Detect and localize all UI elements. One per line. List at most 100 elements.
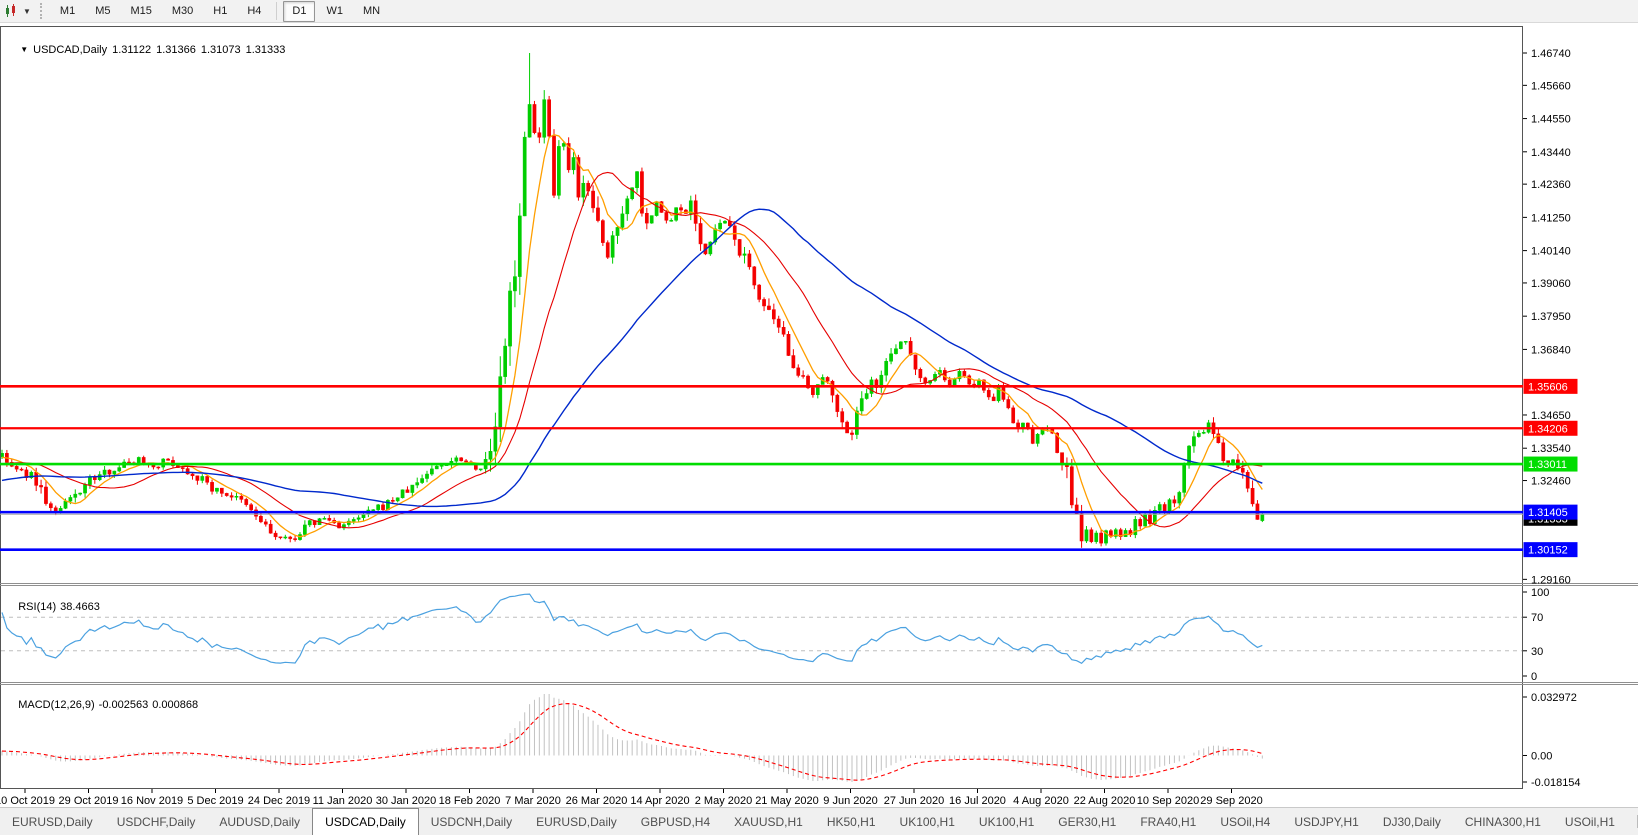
- timeframe-button-MN[interactable]: MN: [354, 1, 389, 22]
- chart-window: 1.46740 1.45660 1.44550 1.43440 1.42360 1.412…: [0, 23, 1638, 807]
- macd-signal-value: 0.000868: [152, 699, 198, 711]
- horizontal-line-objects: [0, 386, 1523, 549]
- svg-text:16 Nov 2019: 16 Nov 2019: [121, 795, 183, 807]
- svg-text:10 Oct 2019: 10 Oct 2019: [0, 795, 55, 807]
- macd-main-value: -0.002563: [99, 699, 149, 711]
- timeframe-button-H1[interactable]: H1: [204, 1, 236, 22]
- svg-text:1.30152: 1.30152: [1528, 545, 1568, 557]
- svg-text:18 Feb 2020: 18 Feb 2020: [439, 795, 501, 807]
- svg-text:7 Mar 2020: 7 Mar 2020: [505, 795, 561, 807]
- svg-text:1.33011: 1.33011: [1528, 459, 1567, 471]
- timeframe-button-M1[interactable]: M1: [51, 1, 84, 22]
- svg-text:4 Aug 2020: 4 Aug 2020: [1013, 795, 1069, 807]
- symbol-tab-USDCHF-Daily[interactable]: USDCHF,Daily: [105, 808, 208, 835]
- rsi-panel: [1, 594, 1523, 663]
- chart-canvas[interactable]: 1.46740 1.45660 1.44550 1.43440 1.42360 1.412…: [0, 23, 1638, 807]
- macd-axis: 0.0329720.00-0.018154: [1523, 692, 1581, 789]
- svg-text:16 Jul 2020: 16 Jul 2020: [949, 795, 1006, 807]
- svg-text:14 Apr 2020: 14 Apr 2020: [630, 795, 689, 807]
- svg-text:30 Jan 2020: 30 Jan 2020: [376, 795, 437, 807]
- macd-name: MACD(12,26,9): [18, 699, 94, 711]
- moving-average-52: [2, 209, 1262, 506]
- ohlc-close: 1.31333: [246, 44, 286, 56]
- svg-text:1.34206: 1.34206: [1528, 423, 1568, 435]
- symbol-tab-bar: EURUSD,DailyUSDCHF,DailyAUDUSD,DailyUSDC…: [0, 807, 1638, 835]
- svg-text:1.33540: 1.33540: [1531, 443, 1571, 455]
- symbol-tab-EURUSD-Daily[interactable]: EURUSD,Daily: [0, 808, 105, 835]
- svg-text:1.46740: 1.46740: [1531, 48, 1571, 60]
- symbol-tab-USOil-H4[interactable]: USOil,H4: [1208, 808, 1282, 835]
- svg-text:1.36840: 1.36840: [1531, 344, 1571, 356]
- svg-text:29 Sep 2020: 29 Sep 2020: [1200, 795, 1262, 807]
- svg-text:1.29160: 1.29160: [1531, 574, 1571, 586]
- svg-text:0.00: 0.00: [1531, 750, 1552, 762]
- top-toolbar: ▼ M1M5M15M30H1H4 D1W1MN: [0, 0, 1638, 23]
- timeframe-button-H4[interactable]: H4: [238, 1, 270, 22]
- ohlc-low: 1.31073: [201, 44, 241, 56]
- price-line-labels: 1.313331.356061.342061.330111.314051.301…: [1524, 379, 1578, 557]
- symbol-tab-USDCAD-Daily[interactable]: USDCAD,Daily: [312, 808, 419, 835]
- timeframe-button-M5[interactable]: M5: [86, 1, 119, 22]
- svg-text:1.35606: 1.35606: [1528, 381, 1568, 393]
- timeframe-button-W1[interactable]: W1: [317, 1, 352, 22]
- svg-text:26 Mar 2020: 26 Mar 2020: [566, 795, 628, 807]
- symbol-tab-HK50-H1[interactable]: HK50,H1: [815, 808, 888, 835]
- date-axis[interactable]: 10 Oct 2019 29 Oct 201916 Nov 2019 5 Dec 2…: [0, 789, 1263, 807]
- chart-type-button[interactable]: ▼: [1, 1, 34, 21]
- symbol-tab-GBPUSD-H4[interactable]: GBPUSD,H4: [629, 808, 722, 835]
- timeframe-button-M15[interactable]: M15: [121, 1, 160, 22]
- svg-text:0.032972: 0.032972: [1531, 692, 1577, 704]
- svg-text:5 Dec 2019: 5 Dec 2019: [187, 795, 243, 807]
- tab-scroll-arrows: ◄►: [1627, 808, 1638, 835]
- svg-text:30: 30: [1531, 646, 1543, 658]
- svg-text:1.44550: 1.44550: [1531, 114, 1571, 126]
- symbol-tab-FRA40-H1[interactable]: FRA40,H1: [1128, 808, 1208, 835]
- macd-caption: MACD(12,26,9) -0.0025630.000868: [6, 687, 202, 723]
- svg-text:24 Dec 2019: 24 Dec 2019: [248, 795, 310, 807]
- chart-symbol-label: USDCAD,Daily: [33, 44, 107, 56]
- toolbar-separator: [276, 2, 277, 20]
- symbol-tab-EURUSD-Daily[interactable]: EURUSD,Daily: [524, 808, 629, 835]
- svg-text:9 Jun 2020: 9 Jun 2020: [823, 795, 877, 807]
- collapse-icon[interactable]: ▼: [20, 45, 28, 54]
- svg-text:1.37950: 1.37950: [1531, 311, 1571, 323]
- svg-text:1.31405: 1.31405: [1528, 507, 1568, 519]
- svg-text:21 May 2020: 21 May 2020: [755, 795, 819, 807]
- svg-text:2 May 2020: 2 May 2020: [695, 795, 752, 807]
- timeframe-button-D1[interactable]: D1: [283, 1, 315, 22]
- svg-text:1.40140: 1.40140: [1531, 246, 1571, 258]
- svg-text:0: 0: [1531, 671, 1537, 683]
- svg-text:1.34650: 1.34650: [1531, 410, 1571, 422]
- candlestick-layer: [0, 53, 1264, 548]
- rsi-caption: RSI(14) 38.4663: [6, 589, 104, 625]
- symbol-tab-UK100-H1[interactable]: UK100,H1: [967, 808, 1046, 835]
- symbol-tab-UK100-H1[interactable]: UK100,H1: [888, 808, 967, 835]
- candlestick-chart-icon: [4, 4, 20, 18]
- svg-text:1.43440: 1.43440: [1531, 147, 1571, 159]
- symbol-tab-USDCNH-Daily[interactable]: USDCNH,Daily: [419, 808, 524, 835]
- rsi-axis: 10070300: [1523, 587, 1549, 683]
- symbol-tab-USDJPY-H1[interactable]: USDJPY,H1: [1282, 808, 1370, 835]
- symbol-tab-AUDUSD-Daily[interactable]: AUDUSD,Daily: [207, 808, 312, 835]
- timeframe-button-M30[interactable]: M30: [163, 1, 202, 22]
- rsi-value: 38.4663: [60, 601, 100, 613]
- svg-text:27 Jun 2020: 27 Jun 2020: [884, 795, 945, 807]
- svg-text:29 Oct 2019: 29 Oct 2019: [59, 795, 119, 807]
- svg-text:1.41250: 1.41250: [1531, 212, 1571, 224]
- symbol-tab-GER30-H1[interactable]: GER30,H1: [1046, 808, 1128, 835]
- symbol-tab-DJ30-Daily[interactable]: DJ30,Daily: [1371, 808, 1453, 835]
- svg-text:1.32460: 1.32460: [1531, 476, 1571, 488]
- symbol-tab-XAUUSD-H1[interactable]: XAUUSD,H1: [722, 808, 815, 835]
- ohlc-open: 1.31122: [112, 44, 151, 56]
- svg-text:1.45660: 1.45660: [1531, 80, 1571, 92]
- svg-text:70: 70: [1531, 612, 1543, 624]
- rsi-name: RSI(14): [18, 601, 56, 613]
- symbol-tab-CHINA300-H1[interactable]: CHINA300,H1: [1453, 808, 1553, 835]
- chart-title: ▼USDCAD,Daily1.311221.313661.310731.3133…: [8, 32, 290, 68]
- svg-text:1.42360: 1.42360: [1531, 179, 1571, 191]
- svg-text:1.39060: 1.39060: [1531, 278, 1571, 290]
- svg-text:22 Aug 2020: 22 Aug 2020: [1074, 795, 1136, 807]
- svg-text:11 Jan 2020: 11 Jan 2020: [313, 795, 373, 807]
- symbol-tab-USOil-H1[interactable]: USOil,H1: [1553, 808, 1627, 835]
- toolbar-grip[interactable]: [40, 3, 42, 19]
